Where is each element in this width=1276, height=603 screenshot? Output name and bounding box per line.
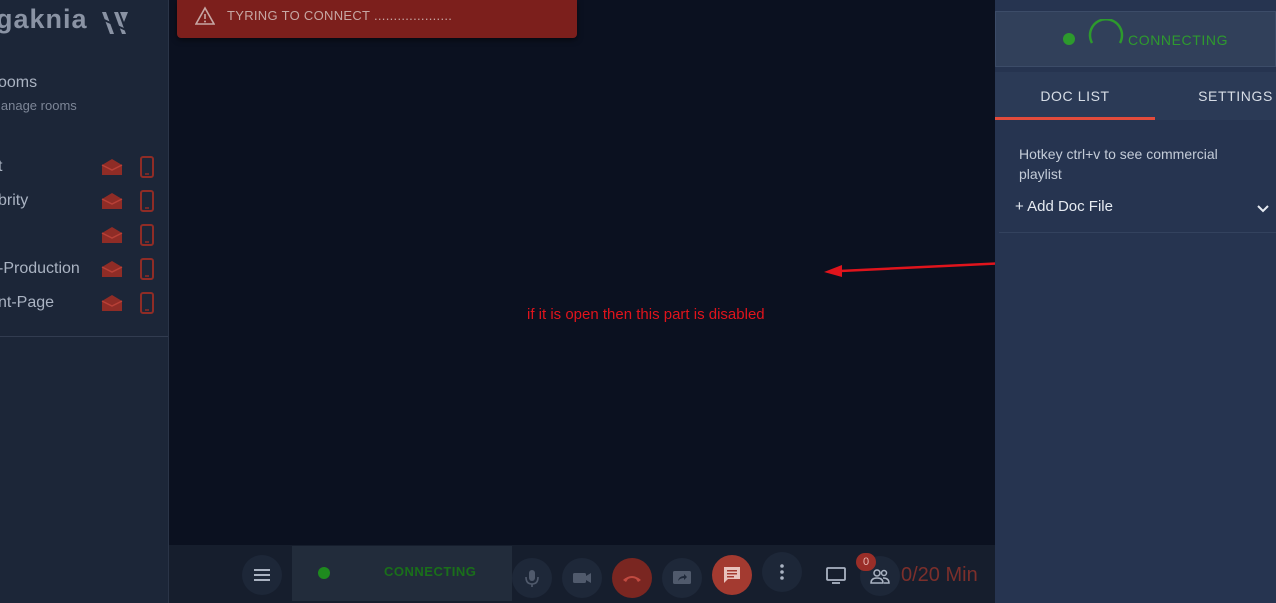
phone-icon[interactable] (139, 224, 155, 246)
panel-connection-status: CONNECTING (995, 11, 1276, 67)
doc-list-card: Hotkey ctrl+v to see commercial playlist… (999, 122, 1276, 233)
doc-panel: CONNECTING DOC LIST SETTINGS Hotkey ctrl… (995, 0, 1276, 603)
connection-toast: TYRING TO CONNECT .................... (177, 0, 577, 38)
tab-settings[interactable]: SETTINGS (1173, 72, 1276, 120)
app-logo: gaknia (0, 4, 88, 34)
room-name: -Production (0, 260, 80, 277)
hotkey-hint: Hotkey ctrl+v to see commercial playlist (1019, 146, 1218, 182)
phone-icon[interactable] (139, 258, 155, 280)
room-name: t (0, 150, 2, 184)
hangup-button[interactable] (612, 558, 652, 598)
loading-spinner-icon (1088, 19, 1124, 44)
logo-mark-icon (102, 12, 128, 34)
tab-doc-list[interactable]: DOC LIST (995, 72, 1155, 120)
room-name: nt-Page (0, 294, 55, 311)
more-button[interactable] (762, 552, 802, 592)
phone-icon[interactable] (139, 156, 155, 178)
room-item[interactable]: brity (0, 184, 168, 218)
share-screen-button[interactable] (662, 558, 702, 598)
rooms-subtitle[interactable]: lanage rooms (0, 98, 77, 113)
camera-button[interactable] (562, 558, 602, 598)
menu-icon (254, 569, 270, 581)
share-screen-icon (673, 571, 691, 584)
phone-icon[interactable] (139, 292, 155, 314)
add-doc-button[interactable]: + Add Doc File (1015, 198, 1113, 215)
monitor-button[interactable] (816, 555, 856, 595)
status-text: CONNECTING (384, 564, 477, 579)
rooms-title: ooms (0, 74, 38, 91)
mail-open-icon[interactable] (101, 294, 123, 312)
room-sidebar: gaknia ooms lanage rooms t brity -Produc… (0, 0, 169, 603)
annotation-arrow-icon (824, 261, 1008, 277)
annotation-text: if it is open then this part is disabled (527, 306, 765, 323)
toast-message: TYRING TO CONNECT .................... (227, 8, 453, 23)
participants-count-badge: 0 (856, 553, 876, 571)
connection-status: CONNECTING (292, 546, 512, 601)
menu-button[interactable] (242, 555, 282, 595)
warning-icon (195, 6, 215, 25)
mail-open-icon[interactable] (101, 260, 123, 278)
room-name: brity (0, 192, 29, 209)
monitor-icon (826, 567, 846, 584)
connection-text: CONNECTING (1128, 32, 1229, 48)
room-item[interactable]: -Production (0, 252, 168, 286)
mic-button[interactable] (512, 558, 552, 598)
room-list: t brity -Production nt-Page (0, 150, 168, 320)
room-item[interactable]: nt-Page (0, 286, 168, 320)
status-dot (318, 567, 330, 579)
status-dot (1063, 33, 1075, 45)
mic-icon (525, 570, 539, 587)
active-tab-indicator (995, 117, 1155, 120)
phone-icon[interactable] (139, 190, 155, 212)
mail-open-icon[interactable] (101, 192, 123, 210)
room-item[interactable] (0, 218, 168, 252)
mail-open-icon[interactable] (101, 226, 123, 244)
mail-open-icon[interactable] (101, 158, 123, 176)
sidebar-divider (0, 336, 168, 337)
panel-tabs: DOC LIST SETTINGS (995, 72, 1276, 120)
video-icon (573, 573, 591, 583)
room-item[interactable]: t (0, 150, 168, 184)
chat-icon (724, 567, 740, 583)
more-vert-icon (780, 564, 784, 580)
chevron-down-icon[interactable] (1255, 201, 1271, 217)
chat-button[interactable] (712, 555, 752, 595)
session-timer: 0/20 Min (901, 564, 978, 586)
hangup-icon (623, 576, 641, 582)
